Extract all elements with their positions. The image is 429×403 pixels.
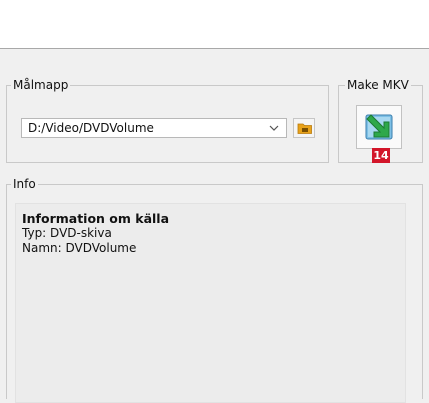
make-mkv-arrow-icon <box>365 114 393 140</box>
target-folder-group: Målmapp D:/Video/DVDVolume <box>6 77 329 163</box>
info-title: Information om källa <box>22 211 170 226</box>
info-name: Namn: DVDVolume <box>22 241 137 255</box>
info-type: Typ: DVD-skiva <box>22 226 112 240</box>
step-badge: 14 <box>372 148 390 163</box>
top-pane <box>0 0 429 49</box>
chevron-down-icon[interactable] <box>266 119 282 137</box>
target-folder-value: D:/Video/DVDVolume <box>28 121 154 135</box>
info-group: Info Information om källa Typ: DVD-skiva… <box>6 176 423 403</box>
info-label: Info <box>11 176 38 192</box>
target-folder-combo[interactable]: D:/Video/DVDVolume <box>21 118 287 138</box>
folder-icon <box>297 123 312 134</box>
info-panel: Information om källa Typ: DVD-skiva Namn… <box>15 203 406 403</box>
make-mkv-button[interactable] <box>356 105 402 149</box>
target-folder-label: Målmapp <box>11 77 71 93</box>
browse-folder-button[interactable] <box>293 118 315 138</box>
make-mkv-label: Make MKV <box>345 77 411 93</box>
